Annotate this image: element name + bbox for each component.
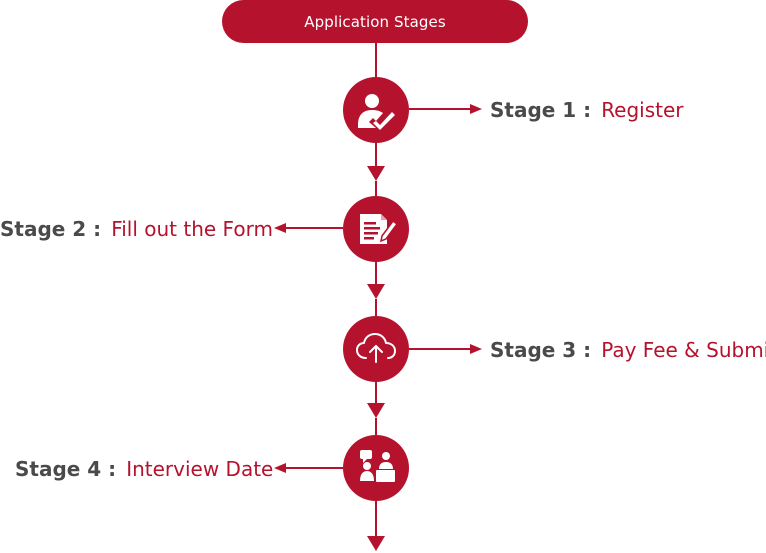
down-arrowhead	[367, 284, 385, 299]
stage-name: Interview Date	[126, 457, 274, 481]
down-arrowhead	[367, 403, 385, 418]
left-arrowhead	[274, 463, 286, 473]
stage-2-node	[343, 196, 409, 262]
right-arrowhead	[470, 104, 482, 114]
down-arrowhead	[367, 166, 385, 181]
stage-4-label: Stage 4 : Interview Date	[15, 457, 273, 481]
stage-prefix: Stage 4 :	[15, 457, 117, 481]
header-title: Application Stages	[304, 12, 446, 31]
stage-1-label: Stage 1 : Register	[490, 98, 684, 122]
down-arrowhead	[367, 536, 385, 551]
stage-prefix: Stage 1 :	[490, 98, 592, 122]
stage-name: Pay Fee & Submit	[601, 338, 766, 362]
stage-prefix: Stage 2 :	[0, 217, 102, 241]
stage-3-label: Stage 3 : Pay Fee & Submit	[490, 338, 766, 362]
stage-3-node	[343, 316, 409, 382]
stage-name: Fill out the Form	[111, 217, 273, 241]
stage-4-node	[343, 435, 409, 501]
stage-2-label: Stage 2 : Fill out the Form	[0, 217, 273, 241]
stage-prefix: Stage 3 :	[490, 338, 592, 362]
right-arrowhead	[470, 344, 482, 354]
left-arrowhead	[274, 223, 286, 233]
application-stages-header: Application Stages	[222, 0, 528, 43]
stage-name: Register	[601, 98, 684, 122]
stage-1-node	[343, 77, 409, 143]
